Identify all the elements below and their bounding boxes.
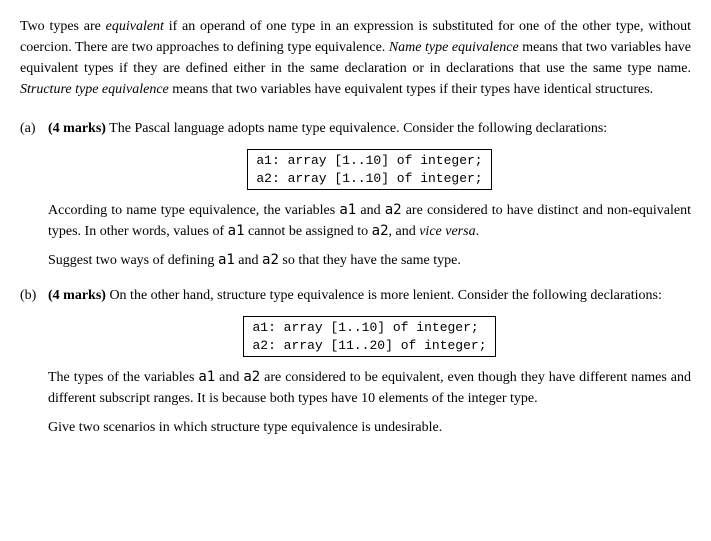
question-a: (a) (4 marks) The Pascal language adopts… (20, 118, 691, 271)
code-inline: a1 (339, 202, 356, 218)
body-text: and (356, 203, 385, 218)
body-text: , and (389, 224, 420, 239)
code-inline: a2 (372, 223, 389, 239)
question-b-intro: (b) (4 marks) On the other hand, structu… (48, 285, 691, 306)
code-inline: a2 (385, 202, 402, 218)
intro-paragraph: Two types are equivalent if an operand o… (20, 16, 691, 100)
code-block-b: a1: array [1..10] of integer; a2: array … (243, 316, 495, 357)
question-a-body: According to name type equivalence, the … (48, 200, 691, 242)
question-b-marks: (4 marks) (48, 288, 106, 303)
term-structure-type-equivalence: Structure type equivalence (20, 82, 169, 97)
question-a-intro: (a) (4 marks) The Pascal language adopts… (48, 118, 691, 139)
body-text: cannot be assigned to (245, 224, 372, 239)
body-text: . (476, 224, 480, 239)
question-b-intro-text: On the other hand, structure type equiva… (106, 288, 662, 303)
code-inline: a1 (228, 223, 245, 239)
question-b-label: (b) (20, 285, 48, 306)
term-name-type-equivalence: Name type equivalence (389, 40, 519, 55)
instruction-text: so that they have the same type. (279, 253, 461, 268)
question-a-marks: (4 marks) (48, 121, 106, 136)
body-text: The types of the variables (48, 370, 198, 385)
question-a-label: (a) (20, 118, 48, 139)
instruction-text: and (235, 253, 262, 268)
body-text: and (215, 370, 243, 385)
code-inline: a2 (262, 252, 279, 268)
code-inline: a1 (218, 252, 235, 268)
code-inline: a2 (243, 369, 260, 385)
instruction-text: Suggest two ways of defining (48, 253, 218, 268)
body-text: According to name type equivalence, the … (48, 203, 339, 218)
vice-versa: vice versa (419, 224, 475, 239)
question-b-body: The types of the variables a1 and a2 are… (48, 367, 691, 409)
code-block-a: a1: array [1..10] of integer; a2: array … (247, 149, 491, 190)
question-a-intro-text: The Pascal language adopts name type equ… (106, 121, 607, 136)
term-equivalent: equivalent (106, 19, 164, 34)
code-inline: a1 (198, 369, 215, 385)
intro-text: Two types are (20, 19, 106, 34)
question-a-instruction: Suggest two ways of defining a1 and a2 s… (48, 250, 691, 271)
intro-text: means that two variables have equivalent… (169, 82, 653, 97)
question-b: (b) (4 marks) On the other hand, structu… (20, 285, 691, 438)
question-b-instruction: Give two scenarios in which structure ty… (48, 417, 691, 438)
